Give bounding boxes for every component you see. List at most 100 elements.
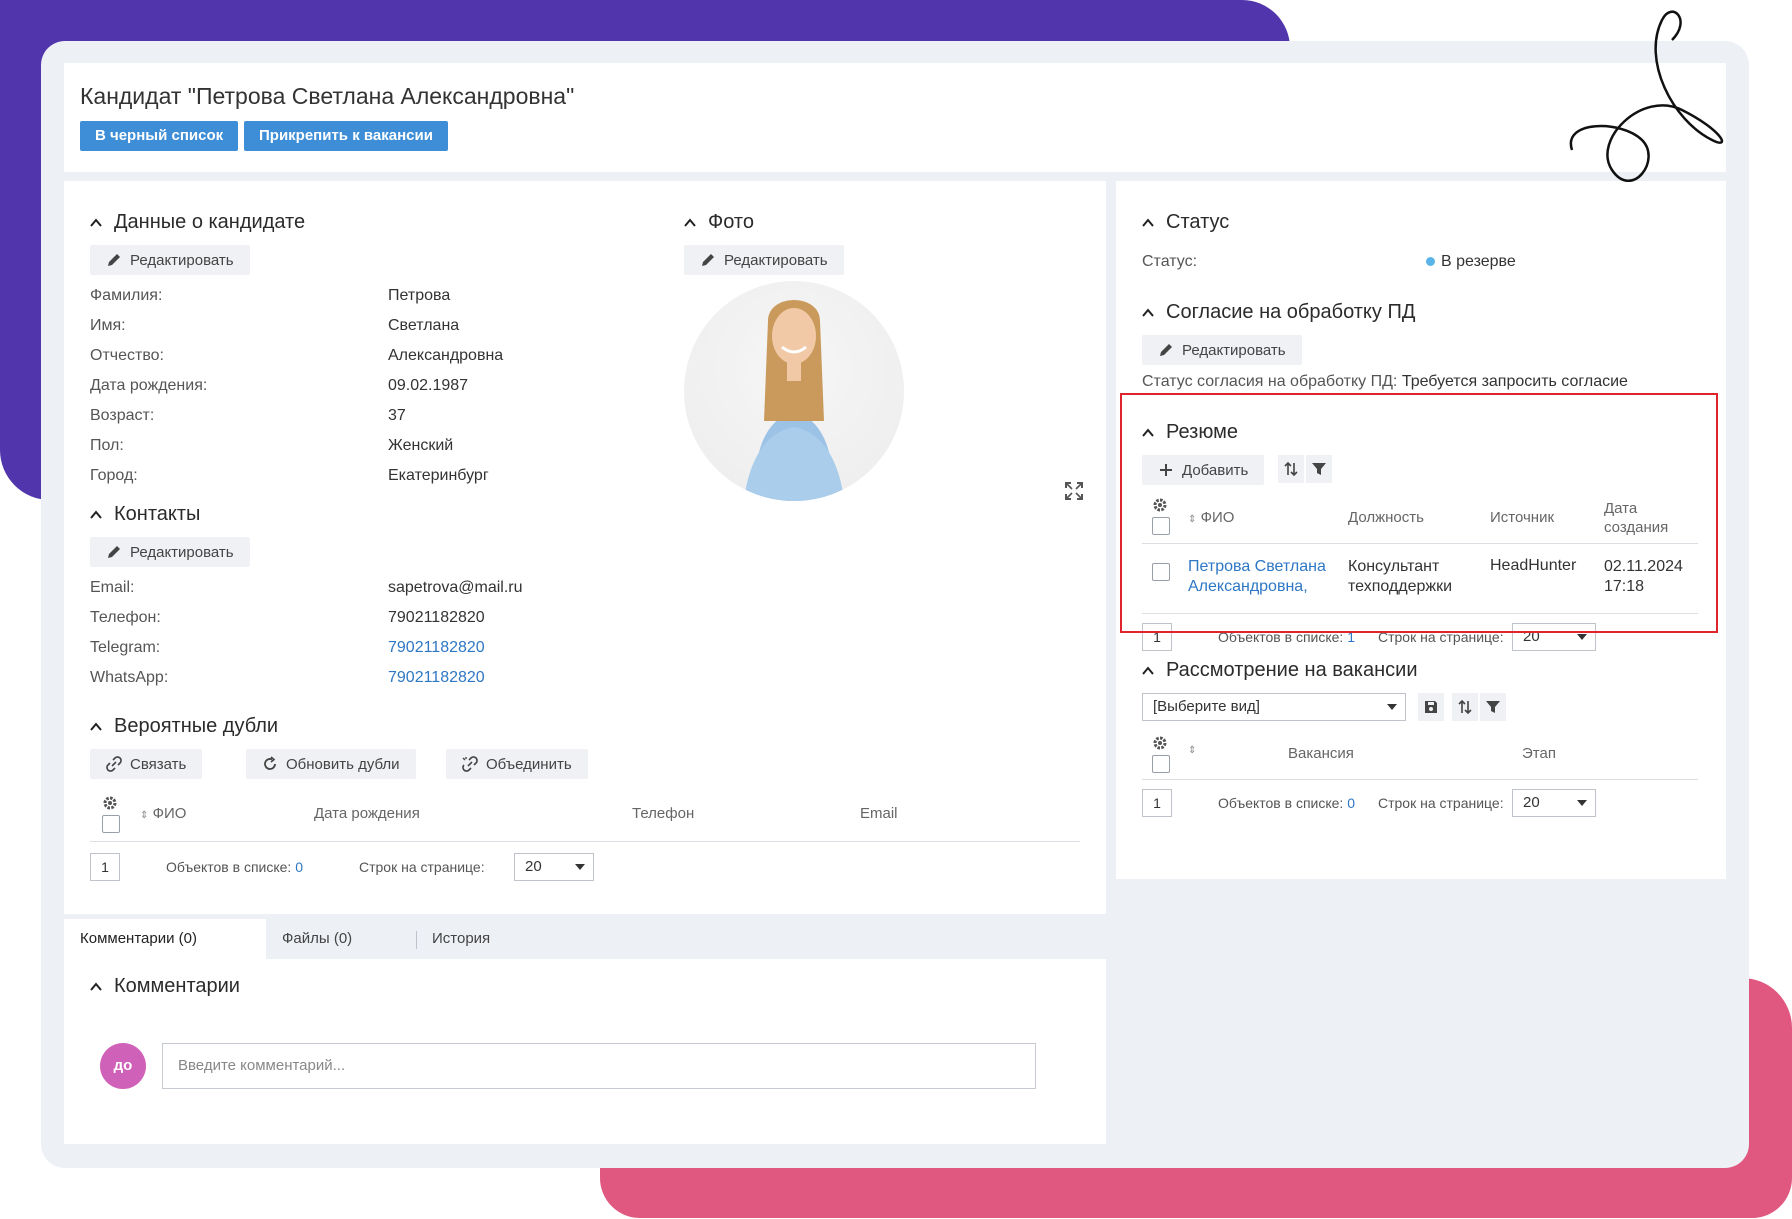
merge-duplicates-label: Объединить [486, 755, 572, 773]
link-icon [106, 756, 122, 772]
vacancies-section-label: Рассмотрение на вакансии [1166, 659, 1418, 681]
status-label: Статус: [1142, 253, 1198, 270]
tab-comments[interactable]: Комментарии (0) [64, 919, 266, 959]
view-select[interactable]: [Выберите вид] [1142, 693, 1406, 721]
tab-files[interactable]: Файлы (0) [282, 919, 352, 959]
save-icon [1425, 701, 1437, 713]
comments-panel: Комментарии до Введите комментарий... [64, 959, 1106, 1144]
gear-icon[interactable] [1152, 735, 1168, 751]
field-label-whatsapp: WhatsApp: [90, 669, 169, 686]
duplicates-section-label: Вероятные дубли [114, 715, 279, 737]
duplicates-select-all-checkbox[interactable] [102, 815, 120, 833]
field-value-firstname: Светлана [388, 317, 460, 334]
refresh-duplicates-label: Обновить дубли [286, 755, 400, 773]
contacts-edit-button[interactable]: Редактировать [90, 537, 250, 567]
contacts-edit-label: Редактировать [130, 543, 234, 561]
chevron-up-icon [90, 509, 102, 519]
photo-section-label: Фото [708, 211, 754, 233]
duplicates-col-email[interactable]: Email [860, 805, 898, 822]
status-value: В резерве [1426, 253, 1516, 271]
photo-edit-button[interactable]: Редактировать [684, 245, 844, 275]
vacancies-sort-indicator[interactable]: ⇕ [1188, 745, 1196, 756]
comments-section-title[interactable]: Комментарии [90, 975, 240, 998]
field-label-email: Email: [90, 579, 135, 596]
duplicates-rows-select[interactable]: 20 [514, 853, 594, 881]
field-value-age: 37 [388, 407, 406, 424]
field-label-gender: Пол: [90, 437, 124, 454]
save-view-button[interactable] [1418, 693, 1444, 721]
candidate-edit-button[interactable]: Редактировать [90, 245, 250, 275]
vacancies-rows-label: Строк на странице: [1378, 795, 1504, 811]
vacancies-section-title[interactable]: Рассмотрение на вакансии [1142, 659, 1417, 682]
field-label-telegram: Telegram: [90, 639, 161, 656]
photo-edit-label: Редактировать [724, 251, 828, 269]
telegram-link[interactable]: 79021182820 [388, 639, 485, 657]
merge-icon [462, 756, 478, 772]
vacancies-rows-select[interactable]: 20 [1512, 789, 1596, 817]
consent-section-label: Согласие на обработку ПД [1166, 301, 1416, 323]
duplicates-section-title[interactable]: Вероятные дубли [90, 715, 278, 738]
field-value-city: Екатеринбург [388, 467, 489, 484]
consent-section-title[interactable]: Согласие на обработку ПД [1142, 301, 1415, 324]
status-section-label: Статус [1166, 211, 1230, 233]
consent-status: Статус согласия на обработку ПД: Требует… [1142, 373, 1628, 390]
field-value-gender: Женский [388, 437, 454, 454]
candidate-edit-label: Редактировать [130, 251, 234, 269]
field-label-firstname: Имя: [90, 317, 126, 334]
refresh-icon [264, 756, 276, 770]
consent-edit-button[interactable]: Редактировать [1142, 335, 1302, 365]
bottom-tabs: Комментарии (0) Файлы (0) История [64, 919, 1106, 959]
duplicates-count: Объектов в списке: 0 [166, 859, 304, 875]
candidate-photo [684, 281, 904, 501]
vacancies-count: Объектов в списке: 0 [1218, 795, 1356, 811]
tab-history[interactable]: История [432, 919, 490, 959]
chevron-up-icon [684, 217, 696, 227]
field-value-patronymic: Александровна [388, 347, 504, 364]
refresh-duplicates-button[interactable]: Обновить дубли [246, 749, 416, 779]
vacancies-col-vacancy[interactable]: Вакансия [1288, 745, 1354, 762]
page-header: Кандидат "Петрова Светлана Александровна… [64, 63, 1726, 172]
photo-section-title[interactable]: Фото [684, 211, 754, 234]
consent-edit-label: Редактировать [1182, 341, 1286, 359]
attach-to-vacancy-button[interactable]: Прикрепить к вакансии [244, 121, 448, 151]
expand-icon[interactable] [1064, 481, 1084, 501]
status-dot-icon [1426, 257, 1435, 267]
status-section-title[interactable]: Статус [1142, 211, 1229, 234]
vacancies-sort-button[interactable] [1452, 693, 1478, 721]
gear-icon[interactable] [102, 795, 118, 811]
field-value-phone: 79021182820 [388, 609, 485, 626]
candidate-section-title[interactable]: Данные о кандидате [90, 211, 305, 234]
vacancies-filter-button[interactable] [1480, 693, 1506, 721]
whatsapp-link[interactable]: 79021182820 [388, 669, 485, 687]
candidate-panel: Данные о кандидате Редактировать Фамилия… [64, 181, 1106, 914]
contacts-section-title[interactable]: Контакты [90, 503, 200, 526]
pencil-icon [108, 546, 120, 558]
vacancies-select-all-checkbox[interactable] [1152, 755, 1170, 773]
candidate-photo-image [744, 300, 844, 501]
duplicates-col-phone[interactable]: Телефон [632, 805, 694, 822]
divider [1142, 779, 1698, 780]
chevron-up-icon [1142, 217, 1154, 227]
duplicates-page-number[interactable]: 1 [90, 853, 120, 881]
field-label-birthdate: Дата рождения: [90, 377, 208, 394]
comment-input[interactable]: Введите комментарий... [162, 1043, 1036, 1089]
sort-icon [1458, 699, 1472, 715]
link-duplicates-button[interactable]: Связать [90, 749, 203, 779]
duplicates-col-birthdate[interactable]: Дата рождения [314, 805, 420, 822]
merge-duplicates-button[interactable]: Объединить [446, 749, 588, 779]
field-label-phone: Телефон: [90, 609, 161, 626]
chevron-up-icon [90, 981, 102, 991]
field-value-email: sapetrova@mail.ru [388, 579, 523, 596]
decorative-squiggle [1569, 10, 1724, 182]
chevron-up-icon [1142, 665, 1154, 675]
field-value-birthdate: 09.02.1987 [388, 377, 469, 394]
pencil-icon [108, 254, 120, 266]
field-label-city: Город: [90, 467, 138, 484]
blacklist-button[interactable]: В черный список [80, 121, 239, 151]
candidate-section-label: Данные о кандидате [114, 211, 306, 233]
duplicates-col-fio[interactable]: ⇕ ФИО [140, 805, 186, 822]
field-label-patronymic: Отчество: [90, 347, 164, 364]
vacancies-page-number[interactable]: 1 [1142, 789, 1172, 817]
divider [90, 841, 1080, 842]
vacancies-col-stage[interactable]: Этап [1522, 745, 1556, 762]
